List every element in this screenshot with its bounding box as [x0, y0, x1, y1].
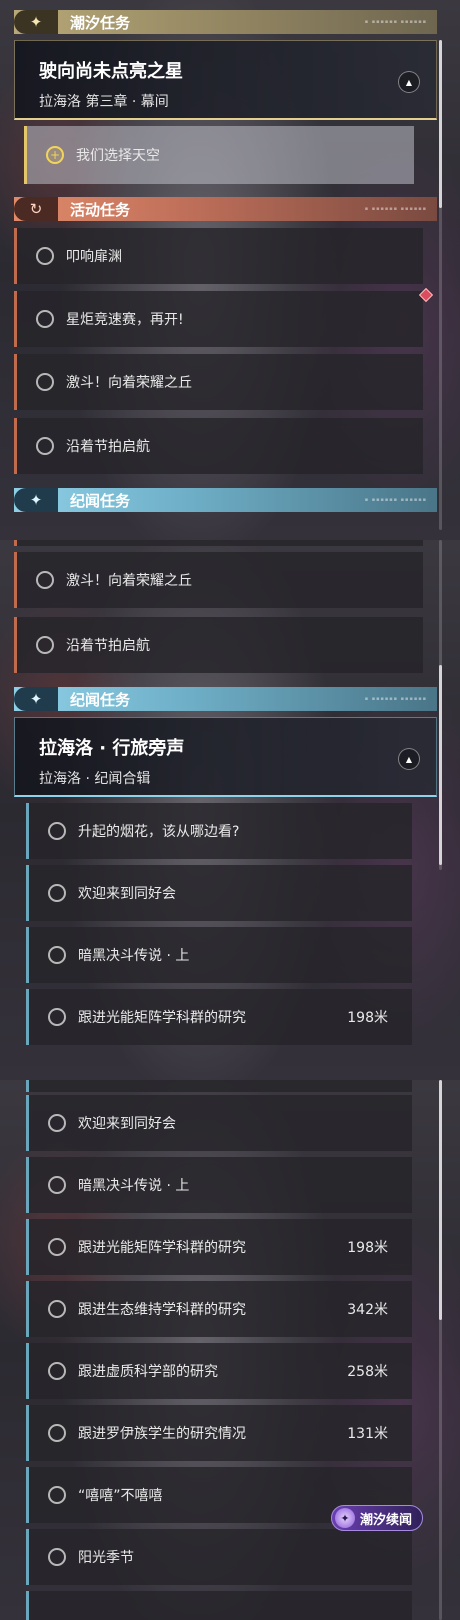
- section-title: 潮汐任务: [70, 13, 131, 32]
- deco-text: ▪ ▪▪▪▪▪▪ ▪▪▪▪▪▪: [364, 497, 427, 503]
- journal-quest[interactable]: 暗黑决斗传说 · 上: [26, 927, 412, 983]
- scrollbar[interactable]: [439, 1080, 442, 1620]
- circle-icon: [36, 373, 54, 391]
- section-header-journal[interactable]: ✦ 纪闻任务 ▪ ▪▪▪▪▪▪ ▪▪▪▪▪▪: [14, 687, 437, 711]
- journal-main-quest-card[interactable]: 拉海洛 · 行旅旁声 拉海洛 · 纪闻合辑 ▲: [14, 717, 437, 797]
- journal-quest[interactable]: 阳光季节: [26, 1529, 412, 1585]
- quest-label: 跟进罗伊族学生的研究情况: [78, 1426, 246, 1442]
- circle-icon: [36, 437, 54, 455]
- quest-label: 激斗！向着荣耀之丘: [66, 375, 192, 391]
- quest-panel-1: ✦ 潮汐任务 ▪ ▪▪▪▪▪▪ ▪▪▪▪▪▪ 驶向尚未点亮之星 拉海洛 第三章 …: [0, 0, 460, 540]
- quest-label: 激斗！向着荣耀之丘: [66, 573, 192, 589]
- deco-text: ▪ ▪▪▪▪▪▪ ▪▪▪▪▪▪: [364, 206, 427, 212]
- tidal-news-logo[interactable]: ✦ 潮汐续闻: [331, 1505, 423, 1531]
- app-logo-icon: ✦: [335, 1508, 355, 1528]
- quest-label: 星炬竞速赛，再开!: [66, 312, 184, 328]
- tidal-main-quest-card[interactable]: 驶向尚未点亮之星 拉海洛 第三章 · 幕间 ▲: [14, 40, 437, 120]
- section-title: 活动任务: [70, 200, 131, 219]
- quest-label: 暗黑决斗传说 · 上: [78, 948, 190, 964]
- deco-text: ▪ ▪▪▪▪▪▪ ▪▪▪▪▪▪: [364, 19, 427, 25]
- quest-panel-3: 欢迎来到同好会 暗黑决斗传说 · 上 跟进光能矩阵学科群的研究 198米 跟进生…: [0, 1080, 460, 1620]
- circle-icon: [48, 1548, 66, 1566]
- quest-label: 跟进光能矩阵学科群的研究: [78, 1240, 246, 1256]
- quest-title: 驶向尚未点亮之星: [39, 61, 183, 82]
- circle-icon: [48, 884, 66, 902]
- circle-icon: [48, 1114, 66, 1132]
- journal-quest[interactable]: 跟进罗伊族学生的研究情况 131米: [26, 1405, 412, 1461]
- quest-distance: 198米: [347, 1010, 388, 1026]
- quest-label: 暗黑决斗传说 · 上: [78, 1178, 190, 1194]
- sparkle-icon: ✦: [14, 10, 58, 34]
- journal-quest[interactable]: 跟进光能矩阵学科群的研究 198米: [26, 989, 412, 1045]
- journal-quest[interactable]: 欢迎来到同好会: [26, 865, 412, 921]
- deco-text: ▪ ▪▪▪▪▪▪ ▪▪▪▪▪▪: [364, 696, 427, 702]
- journal-quest[interactable]: 跟进虚质科学部的研究 258米: [26, 1343, 412, 1399]
- activity-quest[interactable]: 星炬竞速赛，再开!: [14, 291, 423, 347]
- quest-label: 升起的烟花，该从哪边看?: [78, 824, 240, 840]
- circle-icon: [36, 247, 54, 265]
- circle-icon: [48, 1238, 66, 1256]
- quest-label: 欢迎来到同好会: [78, 886, 176, 902]
- scrollbar[interactable]: [439, 540, 442, 870]
- section-title: 纪闻任务: [70, 690, 131, 709]
- section-header-journal[interactable]: ✦ 纪闻任务 ▪ ▪▪▪▪▪▪ ▪▪▪▪▪▪: [14, 488, 437, 512]
- quest-label: 跟进光能矩阵学科群的研究: [78, 1010, 246, 1026]
- circle-icon: [48, 822, 66, 840]
- quest-label: “嘻嘻”不嘻嘻: [78, 1488, 163, 1504]
- circle-icon: [36, 636, 54, 654]
- activity-quest[interactable]: 沿着节拍启航: [14, 418, 423, 474]
- sparkle-icon: ✦: [14, 488, 58, 512]
- quest-distance: 258米: [347, 1364, 388, 1380]
- activity-quest[interactable]: 激斗！向着荣耀之丘: [14, 354, 423, 410]
- circle-icon: [48, 1176, 66, 1194]
- activity-quest[interactable]: 叩响扉渊: [14, 228, 423, 284]
- circle-icon: [48, 1300, 66, 1318]
- sparkle-icon: ✦: [14, 687, 58, 711]
- circle-icon: [36, 571, 54, 589]
- refresh-icon: ↻: [14, 197, 58, 221]
- quest-subtitle: 拉海洛 · 纪闻合辑: [39, 771, 151, 787]
- circle-icon: [48, 1008, 66, 1026]
- tidal-sub-quest[interactable]: + 我们选择天空: [24, 126, 414, 184]
- quest-label: 欢迎来到同好会: [78, 1116, 176, 1132]
- activity-quest[interactable]: 激斗！向着荣耀之丘: [14, 552, 423, 608]
- quest-label: 我们选择天空: [76, 148, 160, 164]
- quest-title: 拉海洛 · 行旅旁声: [39, 738, 185, 759]
- quest-label: 沿着节拍启航: [66, 439, 150, 455]
- activity-quest[interactable]: 沿着节拍启航: [14, 617, 423, 673]
- journal-quest[interactable]: 跟进生态维持学科群的研究 342米: [26, 1281, 412, 1337]
- section-title: 纪闻任务: [70, 491, 131, 510]
- quest-subtitle: 拉海洛 第三章 · 幕间: [39, 94, 169, 110]
- section-header-activity[interactable]: ↻ 活动任务 ▪ ▪▪▪▪▪▪ ▪▪▪▪▪▪: [14, 197, 437, 221]
- journal-quest[interactable]: 升起的烟花，该从哪边看?: [26, 803, 412, 859]
- journal-quest[interactable]: [26, 1591, 412, 1620]
- circle-icon: [48, 946, 66, 964]
- journal-quest[interactable]: [26, 1080, 412, 1092]
- section-header-tidal[interactable]: ✦ 潮汐任务 ▪ ▪▪▪▪▪▪ ▪▪▪▪▪▪: [14, 10, 437, 34]
- circle-icon: [48, 1424, 66, 1442]
- logo-text: 潮汐续闻: [360, 1512, 413, 1528]
- circle-icon: [48, 1486, 66, 1504]
- quest-distance: 131米: [347, 1426, 388, 1442]
- chevron-up-icon[interactable]: ▲: [398, 71, 420, 93]
- chevron-up-icon[interactable]: ▲: [398, 748, 420, 770]
- journal-quest[interactable]: 跟进光能矩阵学科群的研究 198米: [26, 1219, 412, 1275]
- journal-quest[interactable]: 暗黑决斗传说 · 上: [26, 1157, 412, 1213]
- quest-label: 叩响扉渊: [66, 249, 122, 265]
- quest-label: 阳光季节: [78, 1550, 134, 1566]
- quest-distance: 342米: [347, 1302, 388, 1318]
- activity-quest[interactable]: [14, 540, 423, 546]
- quest-panel-2: 激斗！向着荣耀之丘 沿着节拍启航 ✦ 纪闻任务 ▪ ▪▪▪▪▪▪ ▪▪▪▪▪▪ …: [0, 540, 460, 1080]
- quest-label: 跟进虚质科学部的研究: [78, 1364, 218, 1380]
- circle-icon: [36, 310, 54, 328]
- scrollbar[interactable]: [439, 40, 442, 530]
- plus-icon: +: [46, 146, 64, 164]
- quest-label: 跟进生态维持学科群的研究: [78, 1302, 246, 1318]
- quest-distance: 198米: [347, 1240, 388, 1256]
- circle-icon: [48, 1362, 66, 1380]
- journal-quest[interactable]: 欢迎来到同好会: [26, 1095, 412, 1151]
- quest-label: 沿着节拍启航: [66, 638, 150, 654]
